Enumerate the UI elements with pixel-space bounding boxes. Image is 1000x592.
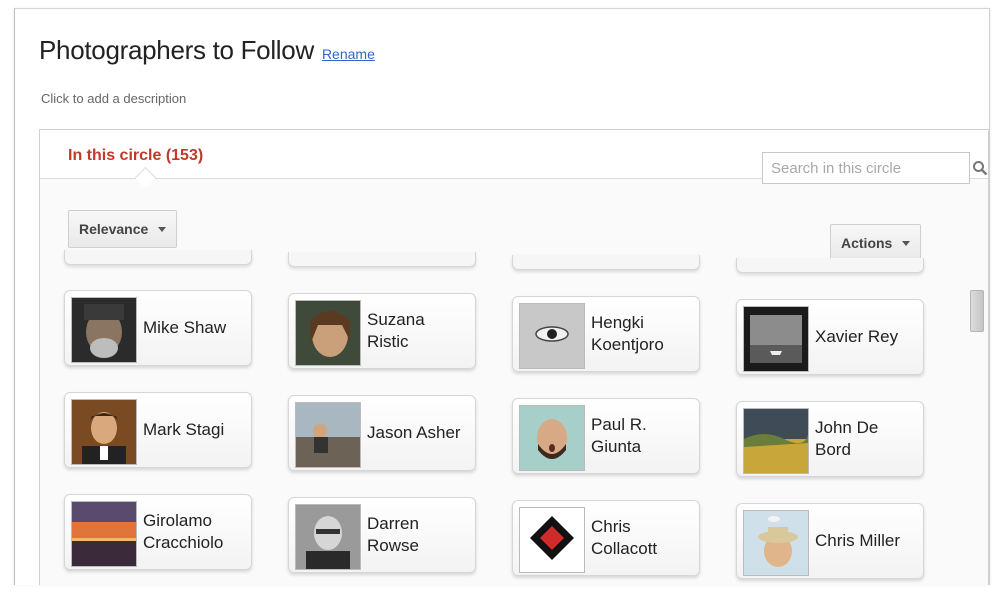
person-name: Xavier Rey [815, 327, 899, 346]
sort-label: Relevance [79, 221, 149, 237]
avatar [295, 402, 361, 468]
avatar [519, 303, 585, 369]
person-card-partial[interactable] [288, 252, 476, 267]
person-card[interactable]: Girolamo Cracchiolo [64, 494, 252, 570]
description-field[interactable]: Click to add a description [41, 91, 186, 106]
person-name: Mark Stagi [143, 420, 225, 439]
person-card[interactable]: Mark Stagi [64, 392, 252, 468]
avatar [71, 297, 137, 363]
circle-panel: In this circle (153) Relevance Actions [39, 129, 989, 585]
person-card-partial[interactable] [736, 258, 924, 273]
person-name: Mike Shaw [143, 318, 227, 337]
person-card-partial[interactable] [512, 255, 700, 270]
title-row: Photographers to Follow Rename [39, 35, 375, 66]
avatar [743, 408, 809, 474]
avatar [295, 300, 361, 366]
person-name: Girolamo Cracchiolo [143, 511, 224, 552]
circle-editor-window: Photographers to Follow Rename Click to … [14, 8, 990, 585]
avatar [743, 306, 809, 372]
chevron-down-icon [158, 226, 167, 232]
circle-search [762, 152, 988, 184]
person-card[interactable]: Paul R. Giunta [512, 398, 700, 474]
page-title: Photographers to Follow [39, 35, 314, 65]
scrollbar-thumb[interactable] [970, 290, 984, 332]
avatar [295, 504, 361, 570]
person-card[interactable]: Jason Asher [288, 395, 476, 471]
person-name: Hengki Koentjoro [591, 313, 664, 354]
person-name: Suzana Ristic [367, 310, 425, 351]
search-icon[interactable] [972, 157, 988, 179]
people-grid: Mike Shaw Suzana Ristic Hengki Koentjoro… [40, 240, 966, 585]
avatar [743, 510, 809, 576]
avatar [519, 507, 585, 573]
person-name: Chris Miller [815, 531, 900, 550]
person-card[interactable]: Suzana Ristic [288, 293, 476, 369]
person-name: Paul R. Giunta [591, 415, 647, 456]
avatar [519, 405, 585, 471]
rename-link[interactable]: Rename [322, 46, 375, 62]
person-name: Chris Collacott [591, 517, 658, 558]
person-card[interactable]: Chris Collacott [512, 500, 700, 576]
person-name: Darren Rowse [367, 514, 419, 555]
person-card[interactable]: Hengki Koentjoro [512, 296, 700, 372]
person-card[interactable]: Mike Shaw [64, 290, 252, 366]
person-card[interactable]: Chris Miller [736, 503, 924, 579]
person-card[interactable]: Xavier Rey [736, 299, 924, 375]
tab-in-this-circle[interactable]: In this circle (153) [68, 147, 203, 165]
person-card[interactable]: Darren Rowse [288, 497, 476, 573]
person-card-partial[interactable] [64, 250, 252, 265]
tab-indicator [134, 166, 157, 189]
person-name: Jason Asher [367, 423, 461, 442]
person-card[interactable]: John De Bord [736, 401, 924, 477]
search-input[interactable] [769, 155, 972, 181]
person-name: John De Bord [815, 418, 879, 459]
avatar [71, 399, 137, 465]
avatar [71, 501, 137, 567]
